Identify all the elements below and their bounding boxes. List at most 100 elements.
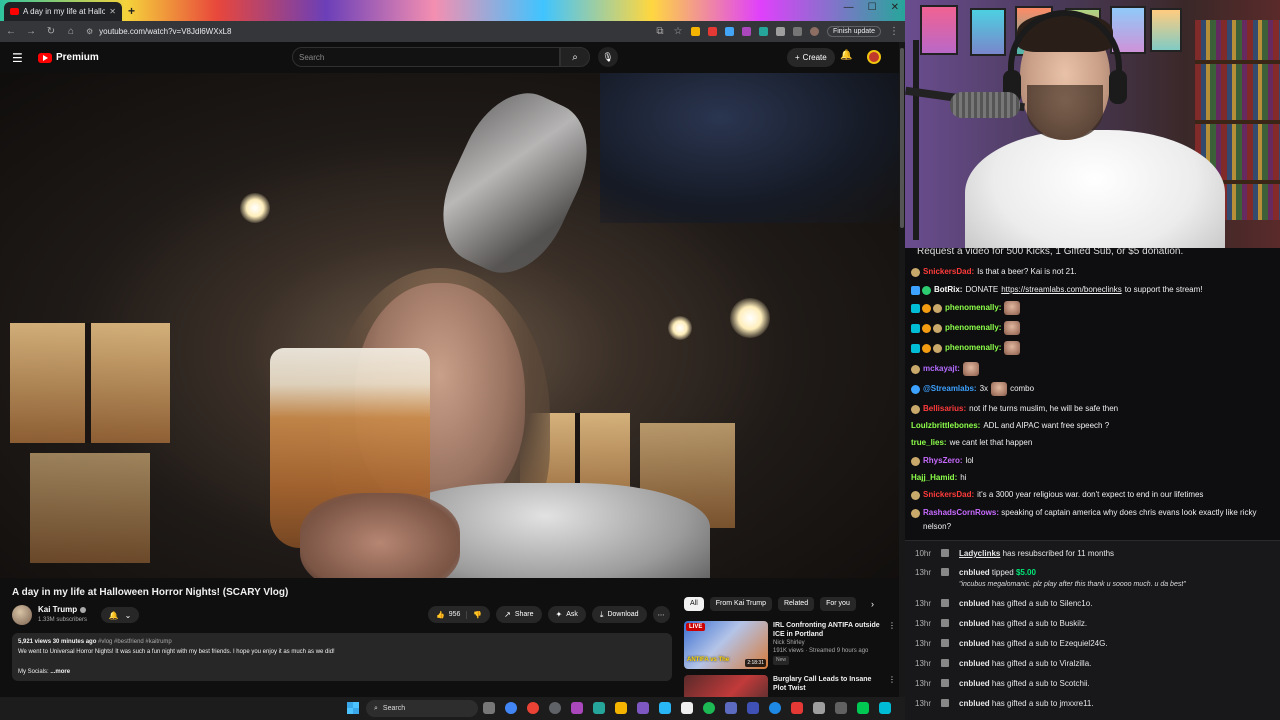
recommendation-title[interactable]: IRL Confronting ANTIFA outside ICE in Po… (773, 621, 883, 639)
minimize-icon[interactable]: — (844, 2, 854, 13)
app-icon-violet[interactable] (637, 702, 649, 714)
chrome-profile-icon[interactable] (527, 702, 539, 714)
channel-name-link[interactable]: Kai Trump (38, 605, 87, 614)
chip-all[interactable]: All (684, 597, 704, 611)
spotify-icon[interactable] (703, 702, 715, 714)
chip-for-you[interactable]: For you (820, 597, 856, 611)
extension-5-icon[interactable] (758, 27, 768, 36)
video-player[interactable] (0, 73, 900, 578)
chat-username[interactable]: RashadsCornRows: (923, 508, 999, 517)
close-window-icon[interactable]: ✕ (891, 2, 899, 13)
site-info-icon[interactable]: ⚙ (86, 27, 93, 36)
chat-username[interactable]: Loulzbrittlebones: (911, 419, 980, 433)
recommendation-title[interactable]: Burglary Call Leads to Insane Plot Twist (773, 675, 883, 693)
notifications-bell-icon[interactable]: 🔔 (840, 50, 852, 61)
scrollbar-thumb[interactable] (900, 48, 904, 228)
chat-username[interactable]: Bellisarius: (923, 402, 966, 416)
recommendation-thumbnail[interactable]: LIVE ANTIFA vs The 2:18:31 (684, 621, 768, 669)
app-icon-purple[interactable] (571, 702, 583, 714)
browser-menu-icon[interactable]: ⋮ (889, 26, 899, 37)
close-tab-icon[interactable]: ✕ (109, 7, 116, 16)
like-button[interactable]: 👍 956 (428, 610, 468, 619)
extensions-puzzle-icon[interactable] (775, 27, 785, 36)
hamburger-menu-icon[interactable]: ☰ (12, 51, 26, 65)
task-view-icon[interactable] (483, 702, 495, 714)
voice-search-button[interactable]: 🎙 (598, 47, 618, 67)
channel-avatar[interactable] (12, 605, 32, 625)
dislike-button[interactable]: 👎 (467, 611, 490, 619)
search-button[interactable]: ⌕ (560, 47, 590, 67)
event-username[interactable]: cnblued (959, 619, 990, 628)
profile-avatar-icon[interactable] (809, 27, 819, 36)
chrome-icon[interactable] (505, 702, 517, 714)
chat-username[interactable]: @Streamlabs: (923, 382, 977, 396)
extension-3-icon[interactable] (724, 27, 734, 36)
chat-username[interactable]: phenomenally: (945, 341, 1001, 355)
side-panel-icon[interactable] (792, 27, 802, 36)
donate-link[interactable]: https://streamlabs.com/boneclinks (1001, 283, 1122, 297)
reload-icon[interactable]: ↻ (46, 26, 56, 37)
event-username[interactable]: cnblued (959, 599, 990, 608)
maximize-icon[interactable]: ☐ (868, 2, 877, 13)
show-more-link[interactable]: ...more (50, 669, 70, 675)
extension-1-icon[interactable] (690, 27, 700, 36)
chat-username[interactable]: SnickersDad: (923, 265, 974, 279)
subscribed-notifications-button[interactable]: 🔔 ⌄ (101, 607, 139, 623)
new-tab-button[interactable]: + (128, 4, 135, 18)
recommendation-menu-icon[interactable]: ⋮ (888, 621, 896, 669)
app-icon-green[interactable] (857, 702, 869, 714)
recommendation-menu-icon[interactable]: ⋮ (888, 675, 896, 697)
app-icon-dark[interactable] (835, 702, 847, 714)
forward-arrow-icon[interactable]: → (26, 26, 36, 37)
app-icon-blue[interactable] (659, 702, 671, 714)
back-arrow-icon[interactable]: ← (6, 26, 16, 37)
event-username[interactable]: cnblued (959, 699, 990, 708)
event-username[interactable]: cnblued (959, 568, 990, 577)
browser-tab-active[interactable]: A day in my life at Halloween H ✕ (4, 2, 122, 21)
chat-username[interactable]: Hajj_Hamid: (911, 471, 957, 485)
chat-username[interactable]: BotRix: (934, 283, 962, 297)
create-button[interactable]: + Create (787, 48, 835, 67)
url-field[interactable]: ⚙ youtube.com/watch?v=V8Jdl6WXxL8 (86, 27, 645, 36)
windows-start-icon[interactable] (347, 702, 359, 714)
chat-username[interactable]: mckayajt: (923, 362, 960, 376)
chips-next-arrow-icon[interactable]: › (871, 599, 874, 609)
more-actions-button[interactable]: ⋯ (652, 606, 670, 623)
extension-2-icon[interactable] (707, 27, 717, 36)
file-explorer-icon[interactable] (615, 702, 627, 714)
app-icon-red[interactable] (791, 702, 803, 714)
recommendation-item[interactable]: LIVE ANTIFA vs The 2:18:31 IRL Confronti… (684, 621, 899, 669)
taskbar-search[interactable]: ⌕ Search (366, 700, 478, 717)
hashtags[interactable]: #vlog #bestfriend #kaitrump (98, 639, 172, 645)
app-icon-cyan[interactable] (879, 702, 891, 714)
event-username[interactable]: Ladyclinks (959, 549, 1000, 558)
recommendation-thumbnail[interactable] (684, 675, 768, 697)
video-description[interactable]: 5,921 views 30 minutes ago #vlog #bestfr… (12, 633, 672, 681)
ask-button[interactable]: ✦ Ask (547, 606, 586, 623)
chat-username[interactable]: RhysZero: (923, 454, 963, 468)
account-avatar[interactable] (867, 50, 881, 64)
app-icon-indigo[interactable] (725, 702, 737, 714)
bookmark-star-icon[interactable]: ☆ (673, 26, 683, 37)
chat-username[interactable]: SnickersDad: (923, 488, 974, 502)
recommendation-channel[interactable]: Nick Shirley (773, 639, 883, 647)
share-button[interactable]: ↗ Share (496, 606, 542, 623)
recommendation-item[interactable]: Burglary Call Leads to Insane Plot Twist… (684, 675, 899, 697)
event-username[interactable]: cnblued (959, 639, 990, 648)
edge-icon[interactable] (769, 702, 781, 714)
app-icon-grey[interactable] (813, 702, 825, 714)
app-icon-teal[interactable] (593, 702, 605, 714)
chip-from-channel[interactable]: From Kai Trump (709, 597, 772, 611)
extension-4-icon[interactable] (741, 27, 751, 36)
event-username[interactable]: cnblued (959, 679, 990, 688)
finish-update-button[interactable]: Finish update (826, 26, 881, 37)
home-icon[interactable]: ⌂ (66, 26, 76, 37)
event-username[interactable]: cnblued (959, 659, 990, 668)
chip-related[interactable]: Related (777, 597, 815, 611)
install-app-icon[interactable]: ⧉ (655, 26, 665, 37)
youtube-premium-logo[interactable]: Premium (38, 52, 99, 63)
app-icon-navy[interactable] (747, 702, 759, 714)
app-icon-white[interactable] (681, 702, 693, 714)
download-button[interactable]: ⤓ Download (591, 606, 647, 623)
chat-username[interactable]: phenomenally: (945, 321, 1001, 335)
